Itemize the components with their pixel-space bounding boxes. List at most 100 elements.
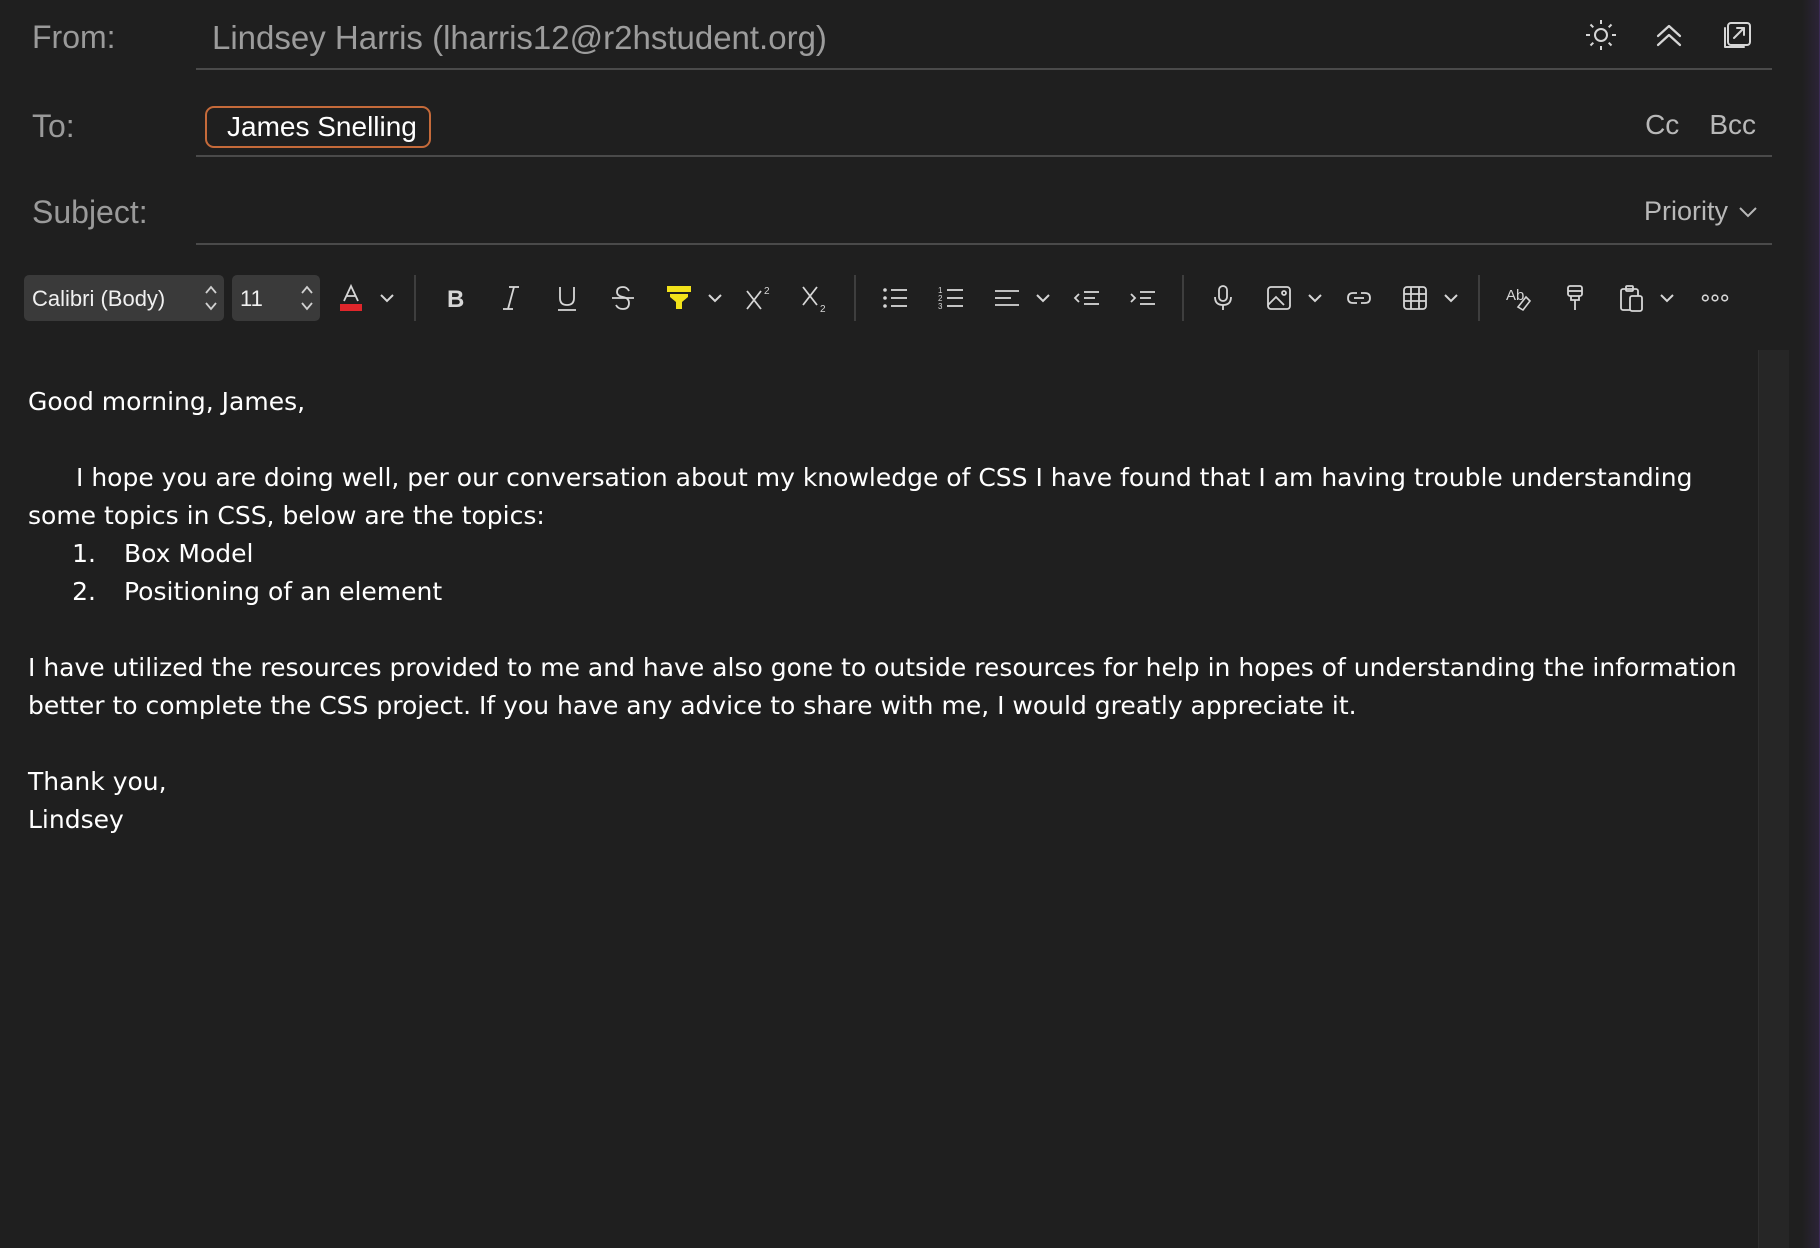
link-icon: [1347, 292, 1371, 304]
dictate-button[interactable]: [1204, 279, 1242, 317]
highlight-dropdown[interactable]: [704, 287, 726, 309]
insert-table-dropdown[interactable]: [1440, 287, 1462, 309]
insert-picture-button[interactable]: [1260, 279, 1298, 317]
highlight-button[interactable]: [660, 279, 698, 317]
toolbar-separator: [1182, 275, 1184, 321]
subscript-icon: 2: [802, 286, 826, 313]
decrease-indent-icon: [1073, 291, 1099, 305]
font-size-value: 11: [240, 286, 263, 311]
list-item-text: Positioning of an element: [124, 577, 443, 606]
closing: Thank you,: [28, 767, 167, 796]
chevron-down-icon: [1308, 294, 1322, 303]
to-field[interactable]: James Snelling Cc Bcc: [196, 88, 1772, 157]
to-label: To:: [32, 108, 75, 144]
paste-button[interactable]: [1612, 279, 1650, 317]
bulleted-list-icon: [883, 288, 907, 308]
recipient-chip[interactable]: James Snelling: [205, 106, 431, 148]
chevron-down-icon: [708, 294, 722, 303]
list-item: 1. Box Model: [28, 535, 1738, 573]
cc-button[interactable]: Cc: [1645, 109, 1679, 141]
to-row: To: James Snelling Cc Bcc: [0, 88, 1790, 158]
scrollbar[interactable]: [1758, 350, 1789, 1248]
strikethrough-button[interactable]: [604, 279, 642, 317]
microphone-icon: [1214, 285, 1232, 310]
topics-list: 1. Box Model 2. Positioning of an elemen…: [28, 535, 1738, 611]
insert-table-button[interactable]: [1396, 279, 1434, 317]
superscript-button[interactable]: 2: [740, 279, 778, 317]
chevron-down-icon: [1036, 294, 1050, 303]
chevron-down-icon: [380, 294, 394, 303]
font-color-dropdown[interactable]: [376, 287, 398, 309]
body-paragraph: I hope you are doing well, per our conve…: [28, 463, 1693, 530]
bold-icon: B: [447, 286, 464, 313]
strikethrough-icon: [612, 286, 634, 310]
bcc-button[interactable]: Bcc: [1709, 109, 1756, 141]
picture-icon: [1267, 286, 1291, 310]
message-body[interactable]: Good morning, James, I hope you are doin…: [28, 383, 1738, 839]
subject-field: Priority: [196, 176, 1772, 245]
signature: Lindsey: [28, 805, 124, 834]
list-number: 1.: [72, 539, 96, 568]
window-edge-glow: [1802, 0, 1820, 1248]
align-dropdown[interactable]: [1032, 287, 1054, 309]
toolbar-separator: [854, 275, 856, 321]
sun-icon[interactable]: [1582, 16, 1620, 54]
subject-row: Subject: Priority: [0, 176, 1790, 246]
subject-input[interactable]: [212, 190, 1416, 232]
font-size-select[interactable]: 11: [232, 275, 320, 321]
list-number: 2.: [72, 577, 96, 606]
underline-button[interactable]: [548, 279, 586, 317]
from-value[interactable]: Lindsey Harris (lharris12@r2hstudent.org…: [212, 19, 827, 57]
bulleted-list-button[interactable]: [876, 279, 914, 317]
svg-text:2: 2: [764, 286, 770, 297]
formatting-toolbar: Calibri (Body) 11 B 2 2 1 2 3 Ab: [24, 275, 1754, 321]
svg-text:2: 2: [820, 304, 826, 313]
format-painter-button[interactable]: [1556, 279, 1594, 317]
numbered-list-icon: 1 2 3: [938, 286, 963, 311]
editor-button[interactable]: Ab: [1500, 279, 1538, 317]
list-item: 2. Positioning of an element: [28, 573, 1738, 611]
bold-button[interactable]: B: [436, 279, 474, 317]
decrease-indent-button[interactable]: [1068, 279, 1106, 317]
superscript-icon: 2: [746, 286, 770, 310]
clipboard-icon: [1620, 285, 1643, 312]
subscript-button[interactable]: 2: [796, 279, 834, 317]
more-icon: [1701, 294, 1729, 302]
toolbar-separator: [1478, 275, 1480, 321]
subject-label: Subject:: [32, 194, 148, 230]
numbered-list-button[interactable]: 1 2 3: [932, 279, 970, 317]
insert-link-button[interactable]: [1340, 279, 1378, 317]
chevron-down-icon: [1444, 294, 1458, 303]
priority-dropdown[interactable]: Priority: [1644, 196, 1760, 227]
insert-picture-dropdown[interactable]: [1304, 287, 1326, 309]
underline-icon: [558, 287, 576, 311]
from-row: From: Lindsey Harris (lharris12@r2hstude…: [0, 0, 1790, 70]
priority-label: Priority: [1643, 196, 1728, 226]
format-painter-icon: [1567, 285, 1583, 310]
paste-dropdown[interactable]: [1656, 287, 1678, 309]
body-paragraph: I have utilized the resources provided t…: [28, 653, 1737, 720]
align-button[interactable]: [988, 279, 1026, 317]
chevron-down-icon: [1739, 206, 1757, 217]
italic-icon: [503, 286, 519, 310]
italic-button[interactable]: [492, 279, 530, 317]
toolbar-separator: [414, 275, 416, 321]
increase-indent-button[interactable]: [1124, 279, 1162, 317]
chevron-down-icon: [1660, 294, 1674, 303]
font-color-icon: [340, 283, 362, 311]
pop-out-icon[interactable]: [1718, 16, 1756, 54]
font-color-button[interactable]: [332, 279, 370, 317]
table-icon: [1403, 286, 1427, 310]
font-family-select[interactable]: Calibri (Body): [24, 275, 224, 321]
cc-bcc-group: Cc Bcc: [1645, 109, 1756, 141]
stepper-icon: [301, 285, 313, 311]
svg-text:B: B: [447, 286, 464, 313]
stepper-icon: [205, 285, 217, 311]
more-options-button[interactable]: [1696, 279, 1734, 317]
from-label: From:: [32, 19, 116, 55]
collapse-up-icon[interactable]: [1650, 16, 1688, 54]
from-field[interactable]: Lindsey Harris (lharris12@r2hstudent.org…: [196, 0, 1772, 70]
